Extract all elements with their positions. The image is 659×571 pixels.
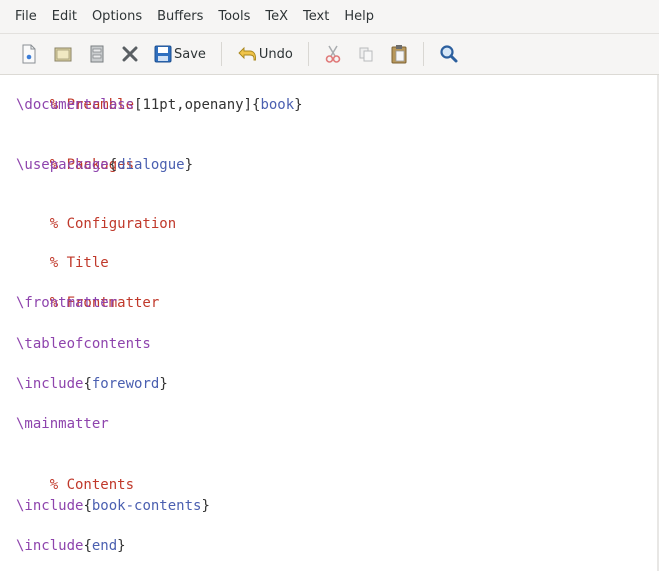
code-line: % Preamble <box>16 75 134 113</box>
code-line: \tableofcontents <box>16 334 151 354</box>
code-text: } <box>201 498 210 514</box>
save-button[interactable]: Save <box>154 39 206 69</box>
folder-icon <box>54 47 72 62</box>
code-text: { <box>108 157 118 173</box>
code-text: { <box>83 538 92 554</box>
code-text: } <box>117 538 126 554</box>
latex-command: \include <box>16 376 84 392</box>
latex-argument: end <box>91 538 118 554</box>
undo-label: Undo <box>258 46 293 62</box>
latex-command: \tableofcontents <box>16 336 151 352</box>
code-text: [11pt,openany]{ <box>134 97 261 113</box>
cut-button[interactable] <box>324 39 342 69</box>
toolbar-separator <box>220 42 222 66</box>
menu-text[interactable]: Text <box>295 9 336 24</box>
code-text: } <box>294 97 303 113</box>
toolbar: Save Undo <box>0 34 659 75</box>
latex-command: \include <box>16 538 84 554</box>
comment-text: % Configuration <box>49 216 177 232</box>
code-text: { <box>83 376 92 392</box>
new-file-button[interactable] <box>20 39 38 69</box>
code-line: \usepackage{dialogue} <box>16 155 193 175</box>
latex-argument: book-contents <box>91 498 202 514</box>
latex-argument: book <box>260 97 295 113</box>
code-line: \documentclass[11pt,openany]{book} <box>16 95 303 115</box>
code-line: \frontmatter <box>16 293 117 313</box>
code-line: % Frontmatter <box>16 273 160 311</box>
code-line: \include{book-contents} <box>16 496 210 516</box>
copy-icon <box>359 47 373 62</box>
menu-help[interactable]: Help <box>336 9 381 24</box>
code-line: \include{foreword} <box>16 374 168 394</box>
toolbar-separator <box>422 42 424 66</box>
code-line: % Title <box>16 233 109 271</box>
paste-icon <box>391 45 407 64</box>
latex-command: \documentclass <box>16 97 135 113</box>
latex-command: \mainmatter <box>16 416 109 432</box>
scissors-icon <box>325 45 341 63</box>
code-line: \mainmatter <box>16 414 109 434</box>
menu-tex[interactable]: TeX <box>257 9 295 24</box>
latex-command: \frontmatter <box>16 295 118 311</box>
save-label: Save <box>174 46 206 62</box>
close-buffer-button[interactable] <box>121 39 139 69</box>
code-line: % Packages <box>16 135 134 173</box>
search-icon <box>440 45 458 63</box>
editor-buffer[interactable]: % Preamble \documentclass[11pt,openany]{… <box>0 75 659 571</box>
code-line: \include{end} <box>16 536 126 556</box>
latex-argument: foreword <box>91 376 160 392</box>
menu-tools[interactable]: Tools <box>210 9 257 24</box>
menubar: File Edit Options Buffers Tools TeX Text… <box>0 0 659 34</box>
code-text: } <box>184 157 194 173</box>
code-line: % Contents <box>16 455 134 493</box>
code-line: % Configuration <box>16 194 176 232</box>
latex-command: \usepackage <box>16 157 109 173</box>
copy-button[interactable] <box>357 39 375 69</box>
menu-file[interactable]: File <box>9 9 44 24</box>
menu-options[interactable]: Options <box>84 9 149 24</box>
search-button[interactable] <box>439 39 459 69</box>
cabinet-icon <box>90 45 104 63</box>
open-dired-button[interactable] <box>88 39 106 69</box>
menu-edit[interactable]: Edit <box>44 9 84 24</box>
undo-button[interactable]: Undo <box>237 39 293 69</box>
comment-text: % Title <box>49 255 109 271</box>
latex-command: \include <box>16 498 84 514</box>
toolbar-separator <box>307 42 309 66</box>
comment-text: % Contents <box>49 477 135 493</box>
code-text: { <box>83 498 92 514</box>
close-icon <box>122 46 138 62</box>
save-icon <box>154 45 172 63</box>
new-file-icon <box>22 44 36 64</box>
paste-button[interactable] <box>390 39 408 69</box>
latex-argument: dialogue <box>117 157 185 173</box>
open-file-button[interactable] <box>53 39 73 69</box>
menu-buffers[interactable]: Buffers <box>149 9 210 24</box>
code-text: } <box>159 376 168 392</box>
undo-icon <box>238 46 256 61</box>
